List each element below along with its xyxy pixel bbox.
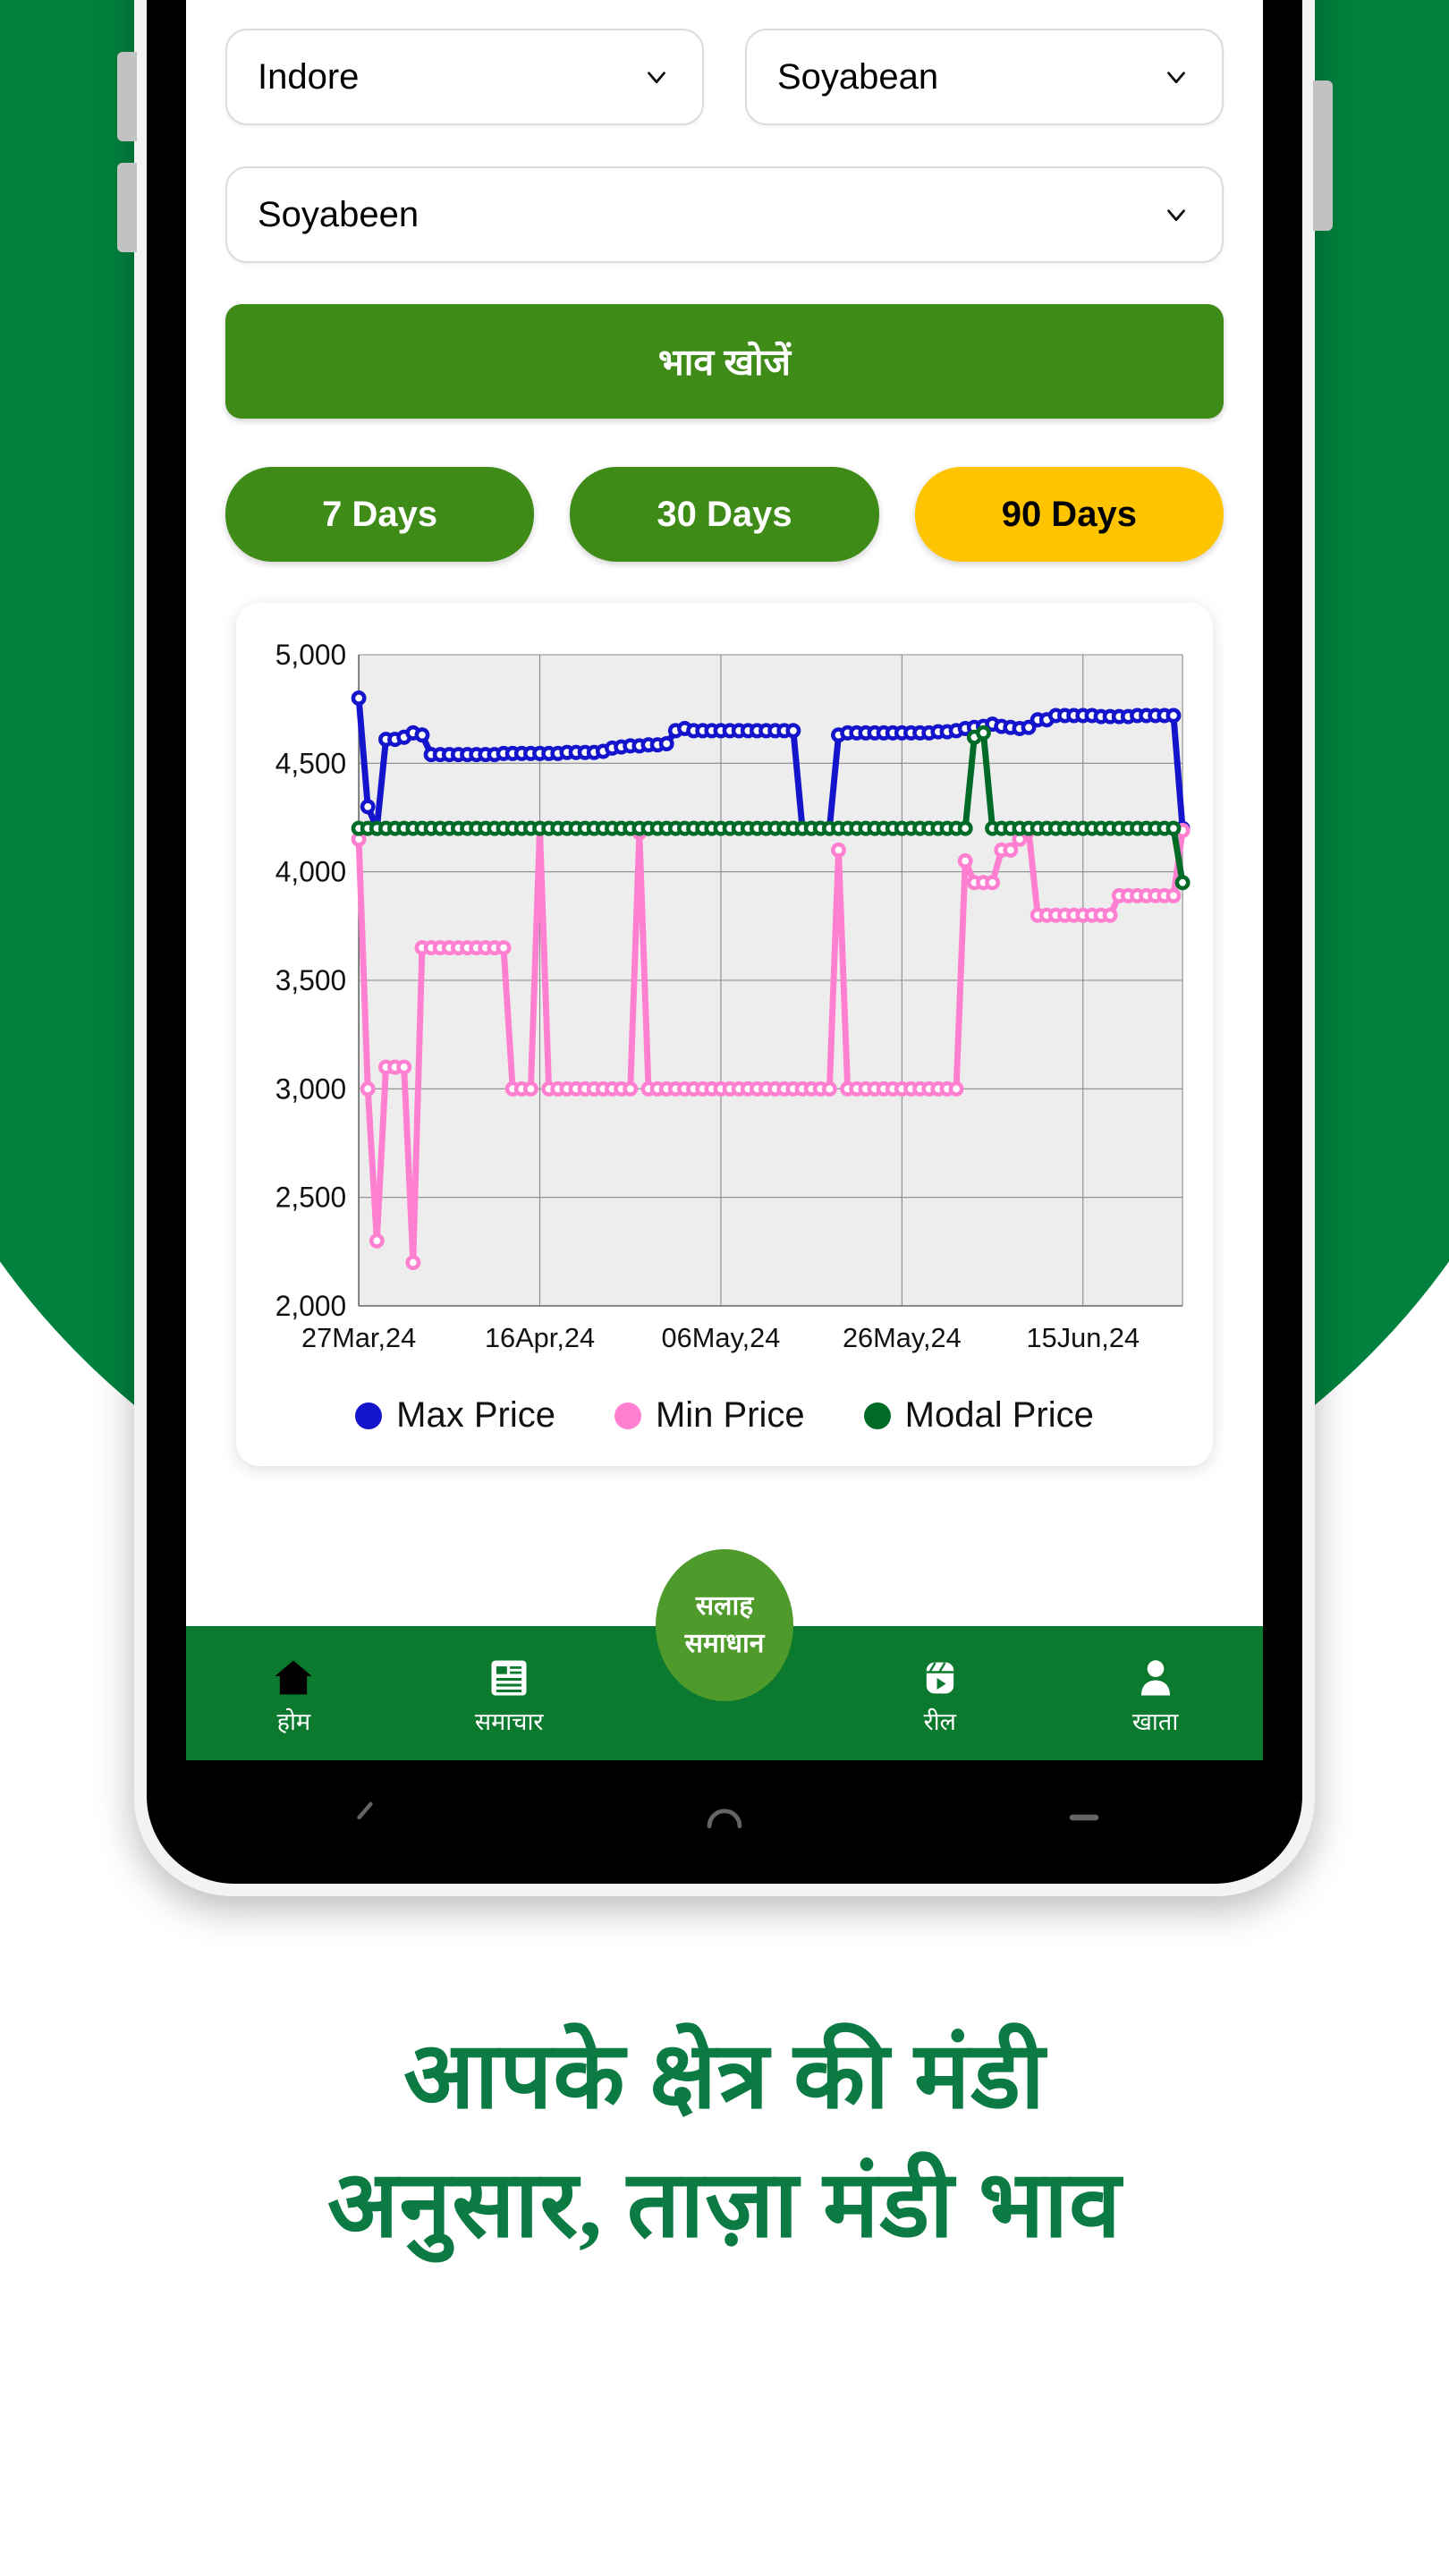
svg-text:16Apr,24: 16Apr,24 (485, 1322, 595, 1353)
legend-item-modal-price: Modal Price (863, 1395, 1094, 1436)
advice-solution-fab[interactable]: सलाह समाधान (656, 1549, 793, 1701)
legend-dot-max-price (355, 1402, 383, 1429)
legend-dot-min-price (614, 1402, 641, 1429)
legend-item-min-price: Min Price (614, 1395, 805, 1436)
nav-label-news: समाचार (474, 1707, 544, 1735)
range-pill-group: 7 Days 30 Days 90 Days (225, 467, 1224, 562)
filter-row-3: Soyabeen (225, 166, 1224, 263)
commodity-select-value: Soyabean (777, 56, 939, 97)
range-pill-7-days[interactable]: 7 Days (225, 467, 535, 562)
nav-label-account: खाता (1131, 1707, 1179, 1735)
legend-dot-modal-price (863, 1402, 891, 1429)
price-chart: 5,000 4,500 4,000 3,500 3,000 2,500 2,000 27Mar… (254, 628, 1195, 1379)
legend-label-max-price: Max Price (396, 1395, 555, 1435)
home-icon (266, 1653, 321, 1703)
promo-headline-line-1: आपके क्षेत्र की मंडी (403, 2025, 1046, 2128)
legend-item-max-price: Max Price (355, 1395, 555, 1436)
phone-screen: Madhya Pradesh Indore Indore (186, 0, 1263, 1760)
fab-label-line2: समाधान (684, 1629, 765, 1658)
reel-icon (912, 1653, 968, 1703)
nav-item-reel[interactable]: रील (832, 1653, 1047, 1734)
device-side-button-power (1313, 80, 1333, 231)
promo-headline: आपके क्षेत्र की मंडी अनुसार, ताज़ा मंडी … (0, 2012, 1449, 2269)
device-side-button-volume-up (117, 52, 137, 141)
nav-item-news[interactable]: समाचार (402, 1653, 617, 1734)
mandi-bhav-app: Madhya Pradesh Indore Indore (186, 0, 1263, 1760)
home-gesture-icon[interactable] (699, 1792, 750, 1848)
filter-form: Madhya Pradesh Indore Indore (186, 0, 1263, 1466)
svg-text:2,000: 2,000 (275, 1290, 346, 1322)
svg-text:5,000: 5,000 (275, 639, 346, 671)
nav-label-reel: रील (923, 1707, 956, 1735)
svg-text:3,000: 3,000 (275, 1072, 346, 1105)
nav-item-home[interactable]: होम (186, 1653, 402, 1734)
price-chart-svg: 5,000 4,500 4,000 3,500 3,000 2,500 2,00027Mar… (275, 639, 1191, 1353)
svg-text:4,500: 4,500 (275, 747, 346, 779)
chevron-down-icon (1161, 199, 1191, 230)
range-pill-90-days[interactable]: 90 Days (914, 467, 1224, 562)
bottom-navigation-bar: होम समाचार रील खाता सलाह समाधान (186, 1549, 1263, 1760)
legend-label-min-price: Min Price (655, 1395, 805, 1435)
price-chart-card: 5,000 4,500 4,000 3,500 3,000 2,500 2,000 27Mar… (236, 603, 1213, 1466)
recents-gesture-icon[interactable] (1061, 1794, 1107, 1845)
legend-label-modal-price: Modal Price (904, 1395, 1094, 1435)
person-icon (1128, 1653, 1183, 1703)
chart-legend: Max Price Min Price Modal Price (254, 1379, 1195, 1448)
android-system-nav (186, 1766, 1263, 1873)
nav-label-home: होम (276, 1707, 311, 1735)
newspaper-icon (481, 1653, 537, 1703)
market-select-value: Indore (258, 56, 360, 97)
phone-device-frame: Madhya Pradesh Indore Indore (134, 0, 1315, 1896)
svg-text:4,000: 4,000 (275, 856, 346, 888)
market-select[interactable]: Indore (225, 29, 704, 125)
svg-text:06May,24: 06May,24 (662, 1322, 781, 1353)
svg-text:26May,24: 26May,24 (843, 1322, 962, 1353)
filter-row-2: Indore Soyabean (225, 29, 1224, 125)
nav-item-account[interactable]: खाता (1047, 1653, 1263, 1734)
commodity-select[interactable]: Soyabean (745, 29, 1224, 125)
svg-text:27Mar,24: 27Mar,24 (301, 1322, 416, 1353)
device-side-button-volume-down (117, 163, 137, 252)
svg-text:3,500: 3,500 (275, 964, 346, 996)
search-price-button[interactable]: भाव खोजें (225, 304, 1224, 419)
variety-select[interactable]: Soyabeen (225, 166, 1224, 263)
promo-headline-line-2: अनुसार, ताज़ा मंडी भाव (327, 2153, 1122, 2257)
range-pill-30-days[interactable]: 30 Days (570, 467, 879, 562)
svg-text:15Jun,24: 15Jun,24 (1026, 1322, 1140, 1353)
svg-text:2,500: 2,500 (275, 1182, 346, 1214)
back-gesture-icon[interactable] (342, 1794, 388, 1845)
chevron-down-icon (641, 62, 672, 92)
fab-label-line1: सलाह (695, 1591, 754, 1621)
variety-select-value: Soyabeen (258, 194, 419, 234)
chevron-down-icon (1161, 62, 1191, 92)
